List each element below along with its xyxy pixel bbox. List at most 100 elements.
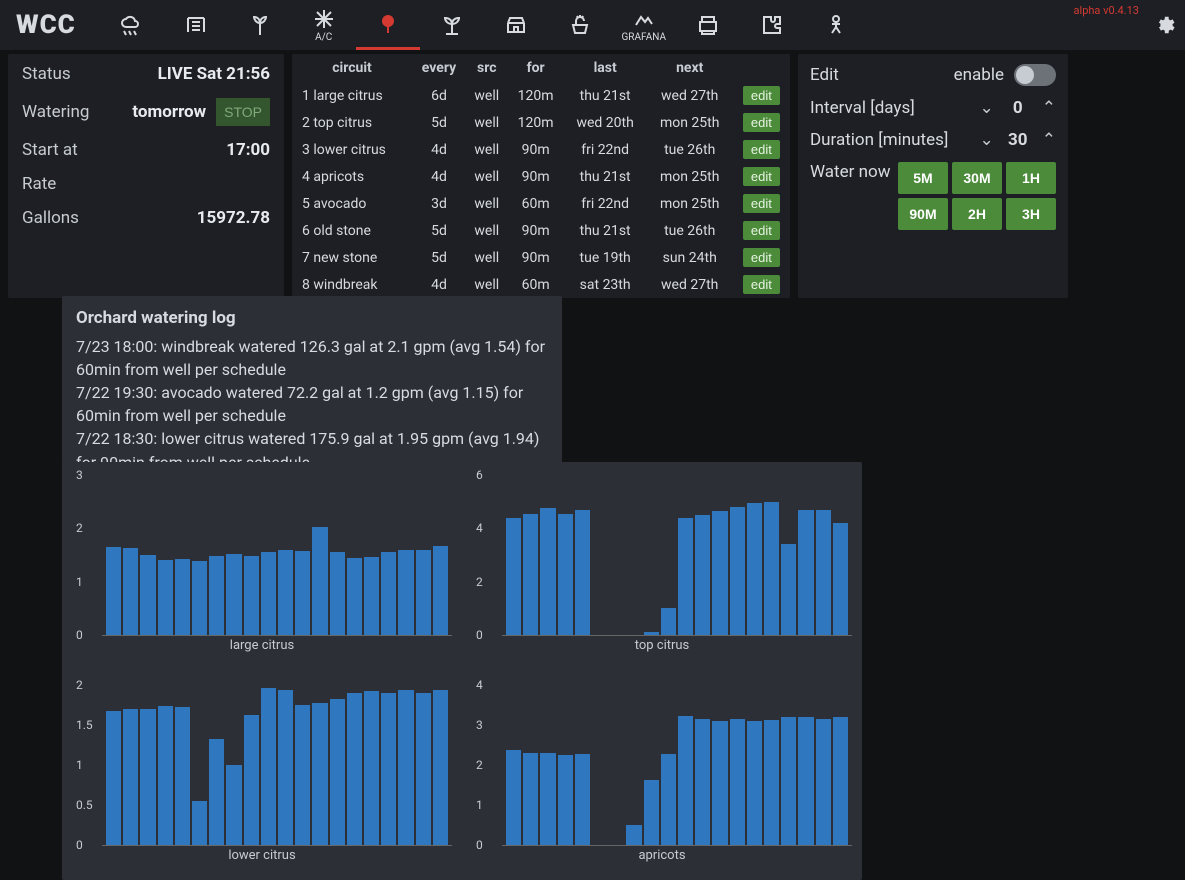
log-entry: 7/22 19:30: avocado watered 72.2 gal at … xyxy=(76,381,548,427)
col-header: for xyxy=(508,54,564,82)
y-tick: 0.5 xyxy=(76,798,93,812)
water-now-button[interactable]: 5M xyxy=(898,162,948,194)
bar xyxy=(330,699,345,845)
bar xyxy=(312,703,327,845)
chart-title: top citrus xyxy=(472,638,852,653)
water-now-button[interactable]: 3H xyxy=(1006,198,1056,230)
bar xyxy=(575,510,590,635)
bar xyxy=(158,706,173,845)
y-tick: 0 xyxy=(476,628,483,642)
duration-value: 30 xyxy=(1004,130,1032,150)
weather-icon[interactable] xyxy=(100,0,164,50)
bar xyxy=(712,721,727,845)
y-tick: 4 xyxy=(476,521,483,535)
chart-title: apricots xyxy=(472,848,852,863)
enable-label: enable xyxy=(954,65,1004,85)
y-tick: 3 xyxy=(476,718,483,732)
status-row: WateringtomorrowSTOP xyxy=(22,98,270,126)
puzzle-icon[interactable] xyxy=(740,0,804,50)
bar xyxy=(381,552,396,635)
bar xyxy=(730,719,745,845)
chart-title: lower citrus xyxy=(72,848,452,863)
bar xyxy=(261,552,276,635)
edit-button[interactable]: edit xyxy=(743,221,780,240)
plant-icon[interactable] xyxy=(228,0,292,50)
bar xyxy=(747,503,762,635)
table-row: 8 windbreak4dwell60msat 23thwed 27thedit xyxy=(292,271,790,298)
printer-icon[interactable] xyxy=(676,0,740,50)
bar xyxy=(398,550,413,635)
bar xyxy=(140,709,155,845)
water-now-button[interactable]: 90M xyxy=(898,198,948,230)
bar xyxy=(558,755,573,845)
y-tick: 0 xyxy=(476,838,483,852)
status-value: 15972.78 xyxy=(197,208,270,228)
tree-icon[interactable] xyxy=(356,0,420,50)
edit-button[interactable]: edit xyxy=(743,86,780,105)
bar xyxy=(398,690,413,845)
y-tick: 2 xyxy=(76,678,83,692)
chevron-down-icon[interactable]: ⌄ xyxy=(980,130,994,150)
edit-button[interactable]: edit xyxy=(743,275,780,294)
y-tick: 0 xyxy=(76,628,83,642)
bar xyxy=(833,717,848,845)
water-now-button[interactable]: 1H xyxy=(1006,162,1056,194)
ac-icon[interactable]: A/C xyxy=(292,0,356,50)
bar xyxy=(192,801,207,845)
y-tick: 2 xyxy=(76,521,83,535)
sprout-icon[interactable] xyxy=(420,0,484,50)
col-header: circuit xyxy=(292,54,412,82)
edit-button[interactable]: edit xyxy=(743,248,780,267)
bar xyxy=(416,693,431,845)
bar xyxy=(261,688,276,845)
bar xyxy=(626,825,641,845)
edit-button[interactable]: edit xyxy=(743,167,780,186)
gear-icon[interactable] xyxy=(1153,14,1175,40)
chart: 00.511.52lower citrus xyxy=(72,686,452,866)
edit-button[interactable]: edit xyxy=(743,140,780,159)
grafana-icon[interactable]: GRAFANA xyxy=(612,0,676,50)
chevron-up-icon[interactable]: ⌃ xyxy=(1042,130,1056,150)
bar xyxy=(644,632,659,635)
charts-panel: 0123large citrus0246top citrus00.511.52l… xyxy=(62,462,862,880)
bar xyxy=(226,765,241,845)
bar xyxy=(661,754,676,845)
chart: 0123large citrus xyxy=(72,476,452,656)
status-label: Rate xyxy=(22,174,56,194)
enable-toggle[interactable] xyxy=(1014,64,1056,86)
nav-icons: A/C GRAFANA xyxy=(100,0,868,50)
edit-button[interactable]: edit xyxy=(743,113,780,132)
bar xyxy=(123,548,138,635)
pot-icon[interactable] xyxy=(548,0,612,50)
log-panel: Orchard watering log 7/23 18:00: windbre… xyxy=(62,296,562,464)
bar xyxy=(798,510,813,635)
bar xyxy=(678,716,693,845)
market-icon[interactable] xyxy=(484,0,548,50)
bar xyxy=(540,508,555,635)
chevron-up-icon[interactable]: ⌃ xyxy=(1042,98,1056,118)
person-icon[interactable] xyxy=(804,0,868,50)
bar xyxy=(175,559,190,635)
bar xyxy=(540,753,555,845)
water-now-button[interactable]: 30M xyxy=(952,162,1002,194)
y-tick: 1 xyxy=(76,758,83,772)
edit-button[interactable]: edit xyxy=(743,194,780,213)
status-panel: StatusLIVE Sat 21:56WateringtomorrowSTOP… xyxy=(8,54,284,298)
log-title: Orchard watering log xyxy=(76,306,548,331)
bar xyxy=(175,707,190,845)
table-row: 1 large citrus6dwell120mthu 21stwed 27th… xyxy=(292,82,790,109)
bar xyxy=(364,691,379,845)
y-tick: 6 xyxy=(476,468,483,482)
bar xyxy=(244,556,259,635)
list-icon[interactable] xyxy=(164,0,228,50)
bar xyxy=(764,502,779,635)
interval-value: 0 xyxy=(1004,98,1032,118)
bar xyxy=(106,547,121,635)
status-label: Watering xyxy=(22,102,89,122)
chart-title: large citrus xyxy=(72,638,452,653)
stop-button[interactable]: STOP xyxy=(216,98,270,126)
bar xyxy=(730,507,745,635)
chevron-down-icon[interactable]: ⌄ xyxy=(980,98,994,118)
bar xyxy=(816,510,831,635)
water-now-button[interactable]: 2H xyxy=(952,198,1002,230)
